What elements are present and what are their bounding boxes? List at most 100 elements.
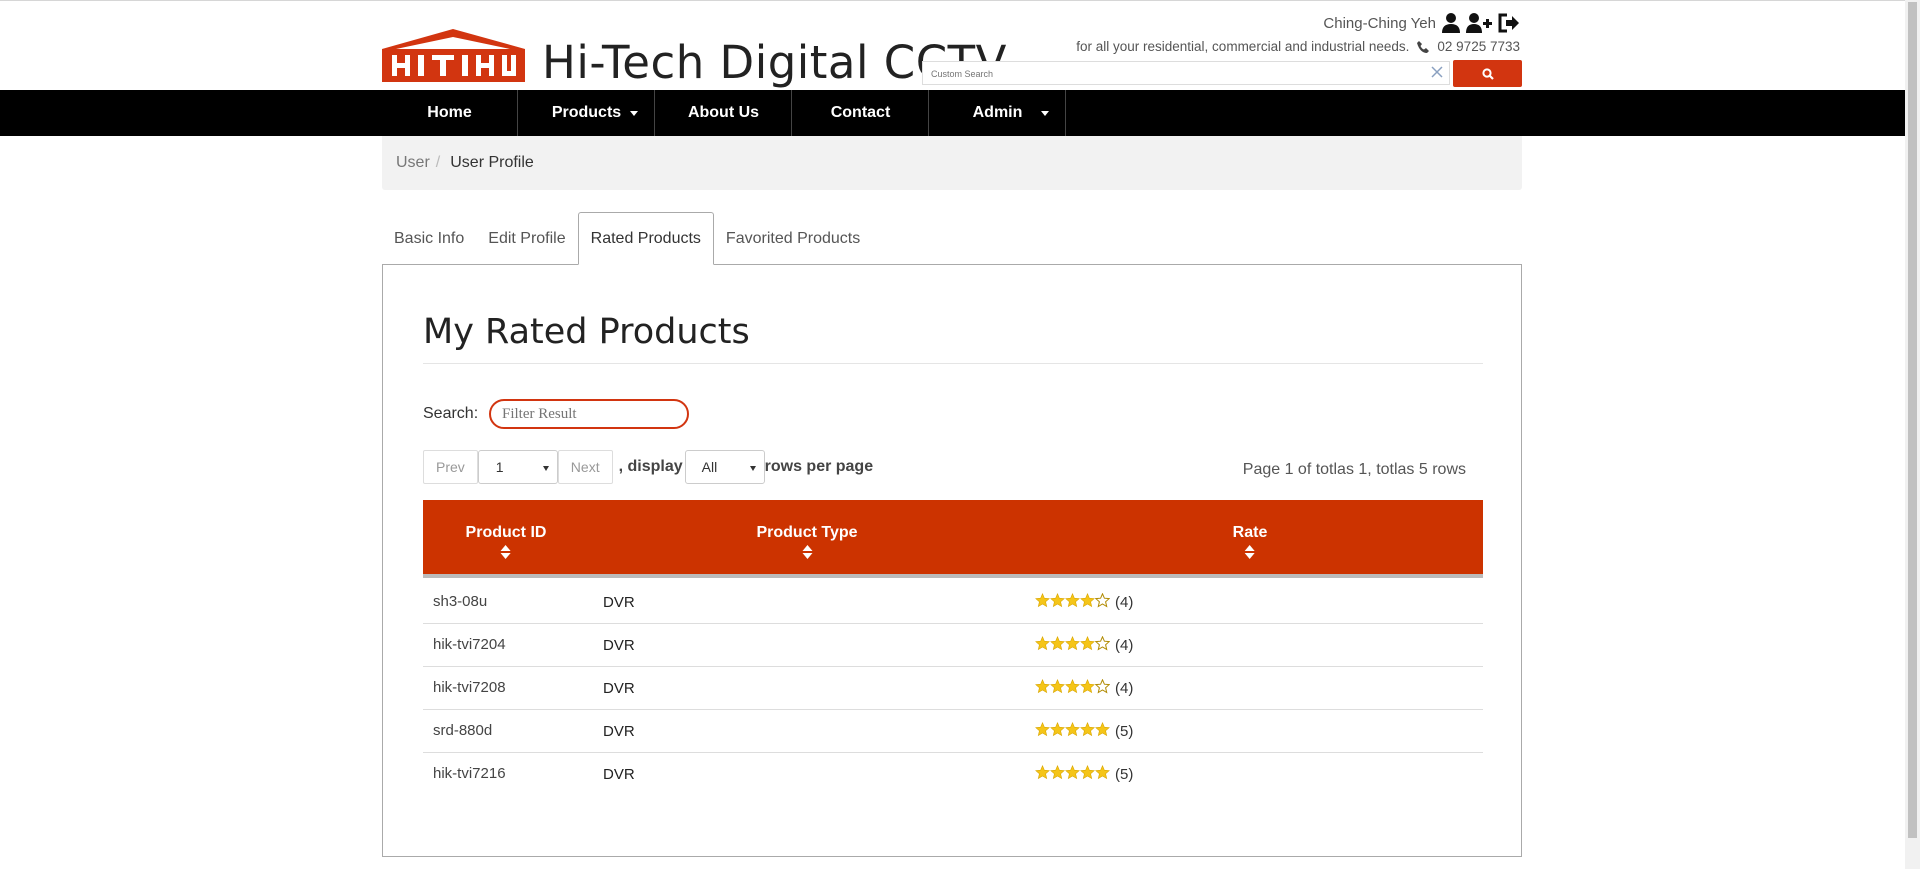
tab-favorited-products[interactable]: Favorited Products <box>714 212 872 265</box>
title-divider <box>423 363 1483 364</box>
product-id: hik-tvi7208 <box>433 679 506 696</box>
sort-icon <box>801 545 812 559</box>
table-header: Product ID Product Type Rate <box>423 500 1483 578</box>
star-filled-icon <box>1035 722 1050 737</box>
star-filled-icon <box>1095 722 1110 737</box>
search-label: Search: <box>423 405 479 422</box>
star-filled-icon <box>1035 636 1050 651</box>
page-select[interactable]: 1 <box>477 450 558 484</box>
profile-tabs: Basic Info Edit Profile Rated Products F… <box>382 212 872 265</box>
star-filled-icon <box>1050 593 1065 608</box>
star-filled-icon <box>1035 765 1050 780</box>
nav-admin-label: Admin <box>972 104 1023 121</box>
next-page-button[interactable]: Next <box>557 450 613 484</box>
product-id: sh3-08u <box>433 593 488 610</box>
product-id: hik-tvi7216 <box>433 765 506 782</box>
rated-products-panel: My Rated Products Search: Prev 1 Next , … <box>382 264 1522 857</box>
filter-result-input[interactable] <box>489 399 689 429</box>
product-type: DVR <box>603 637 635 654</box>
nav-admin[interactable]: Admin <box>930 90 1066 136</box>
product-type: DVR <box>603 594 635 611</box>
chevron-down-icon <box>542 466 549 471</box>
nav-home-label: Home <box>427 104 472 121</box>
hitih-logo[interactable] <box>382 27 525 82</box>
star-filled-icon <box>1080 593 1095 608</box>
column-label: Product Type <box>756 524 858 541</box>
vertical-scrollbar[interactable] <box>1905 0 1920 869</box>
nav-contact-label: Contact <box>830 104 891 121</box>
star-filled-icon <box>1080 765 1095 780</box>
star-filled-icon <box>1050 636 1065 651</box>
search-icon <box>1481 67 1494 80</box>
nav-contact[interactable]: Contact <box>793 90 929 136</box>
table-row: hik-tvi7208 DVR (4) <box>423 667 1483 710</box>
star-filled-icon <box>1095 765 1110 780</box>
column-header-rate[interactable]: Rate <box>1232 524 1268 559</box>
pagination-bar: Prev 1 Next , display All rows per page <box>423 450 873 484</box>
star-filled-icon <box>1065 765 1080 780</box>
tab-rated-products[interactable]: Rated Products <box>577 212 714 265</box>
site-search-input[interactable] <box>923 62 1413 86</box>
nav-home[interactable]: Home <box>382 90 518 136</box>
breadcrumb-user[interactable]: User <box>396 154 430 172</box>
column-header-product-id[interactable]: Product ID <box>465 524 547 559</box>
star-filled-icon <box>1080 722 1095 737</box>
tab-edit-profile[interactable]: Edit Profile <box>476 212 577 265</box>
chevron-down-icon <box>630 111 638 116</box>
star-filled-icon <box>1080 679 1095 694</box>
scrollbar-thumb[interactable] <box>1908 2 1917 838</box>
column-label: Product ID <box>465 524 547 541</box>
page-title: My Rated Products <box>423 312 750 352</box>
star-filled-icon <box>1065 593 1080 608</box>
rating-value: (4) <box>1115 637 1134 654</box>
product-id: hik-tvi7204 <box>433 636 506 653</box>
site-search-box <box>922 61 1450 86</box>
star-rating: (5) <box>1035 765 1133 784</box>
star-rating: (5) <box>1035 722 1133 741</box>
star-empty-icon <box>1094 678 1111 694</box>
star-empty-icon <box>1094 635 1111 651</box>
clear-search-icon[interactable] <box>1431 65 1443 83</box>
rating-value: (5) <box>1115 766 1134 783</box>
nav-about-us[interactable]: About Us <box>656 90 792 136</box>
star-filled-icon <box>1065 722 1080 737</box>
product-type: DVR <box>603 680 635 697</box>
window-top-border <box>0 0 1905 1</box>
breadcrumb-user-profile: User Profile <box>450 154 534 171</box>
user-icon[interactable] <box>1442 13 1460 33</box>
rows-per-page-select[interactable]: All <box>684 450 765 484</box>
display-label: , display <box>618 458 683 475</box>
star-filled-icon <box>1065 636 1080 651</box>
phone-icon <box>1417 40 1430 53</box>
add-user-icon[interactable] <box>1466 13 1492 33</box>
rating-value: (4) <box>1115 594 1134 611</box>
nav-products[interactable]: Products <box>519 90 655 136</box>
page-info: Page 1 of totlas 1, totlas 5 rows <box>1242 461 1466 478</box>
breadcrumb-separator: / <box>435 154 441 171</box>
chevron-down-icon <box>1041 111 1049 116</box>
chevron-down-icon <box>749 466 756 471</box>
star-filled-icon <box>1035 593 1050 608</box>
product-id: srd-880d <box>433 722 493 739</box>
nav-about-label: About Us <box>687 104 760 121</box>
rows-per-page-value: All <box>701 459 718 475</box>
table-row: hik-tvi7204 DVR (4) <box>423 624 1483 667</box>
column-label: Rate <box>1232 524 1268 541</box>
star-rating: (4) <box>1035 592 1134 612</box>
sort-icon <box>500 545 511 559</box>
star-rating: (4) <box>1035 678 1133 698</box>
star-rating: (4) <box>1035 635 1134 655</box>
user-name[interactable]: Ching-Ching Yeh <box>1323 15 1436 32</box>
site-search-button[interactable] <box>1453 60 1522 87</box>
sign-out-icon[interactable] <box>1498 13 1520 33</box>
nav-products-label: Products <box>551 104 622 121</box>
tab-basic-info[interactable]: Basic Info <box>382 212 476 265</box>
prev-page-button[interactable]: Prev <box>423 450 478 484</box>
breadcrumb: User / User Profile <box>382 136 1522 190</box>
star-filled-icon <box>1065 679 1080 694</box>
star-filled-icon <box>1080 636 1095 651</box>
star-filled-icon <box>1050 765 1065 780</box>
star-filled-icon <box>1050 679 1065 694</box>
column-header-product-type[interactable]: Product Type <box>756 524 858 559</box>
tagline: for all your residential, commercial and… <box>1076 39 1520 54</box>
